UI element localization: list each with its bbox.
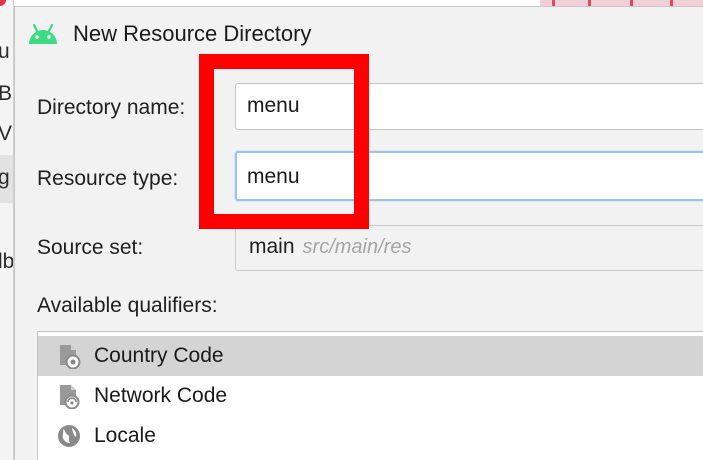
globe-icon xyxy=(58,425,80,447)
directory-name-label: Directory name: xyxy=(37,96,186,119)
available-qualifiers-list[interactable]: Country Code Network Code Locale xyxy=(37,331,703,460)
network-code-icon xyxy=(60,385,80,409)
dialog-title: New Resource Directory xyxy=(73,21,312,46)
resource-type-label: Resource type: xyxy=(37,167,179,190)
background-text-fragment: g xyxy=(0,166,10,190)
source-set-value: main xyxy=(249,235,295,258)
source-set-path-hint: src/main/res xyxy=(302,236,412,258)
background-text-fragment: u xyxy=(0,40,10,64)
qualifier-label: Locale xyxy=(94,424,156,447)
android-icon xyxy=(29,23,57,44)
qualifier-label: Country Code xyxy=(94,344,224,367)
annotation-highlight-box xyxy=(199,54,369,229)
qualifier-item-country-code[interactable]: Country Code xyxy=(38,336,703,376)
background-text-fragment: Vi xyxy=(0,122,13,146)
background-ide-panel: u B Vi g lb xyxy=(0,0,14,460)
source-set-combo[interactable]: main src/main/res xyxy=(235,225,703,271)
background-text-fragment: B xyxy=(0,82,12,106)
background-text-fragment: lb xyxy=(0,250,14,273)
country-code-icon xyxy=(60,345,81,369)
qualifier-label: Network Code xyxy=(94,384,228,407)
available-qualifiers-label: Available qualifiers: xyxy=(37,294,218,317)
qualifier-item-network-code[interactable]: Network Code xyxy=(38,376,703,416)
source-set-label: Source set: xyxy=(37,236,144,259)
qualifier-item-locale[interactable]: Locale xyxy=(38,416,703,456)
